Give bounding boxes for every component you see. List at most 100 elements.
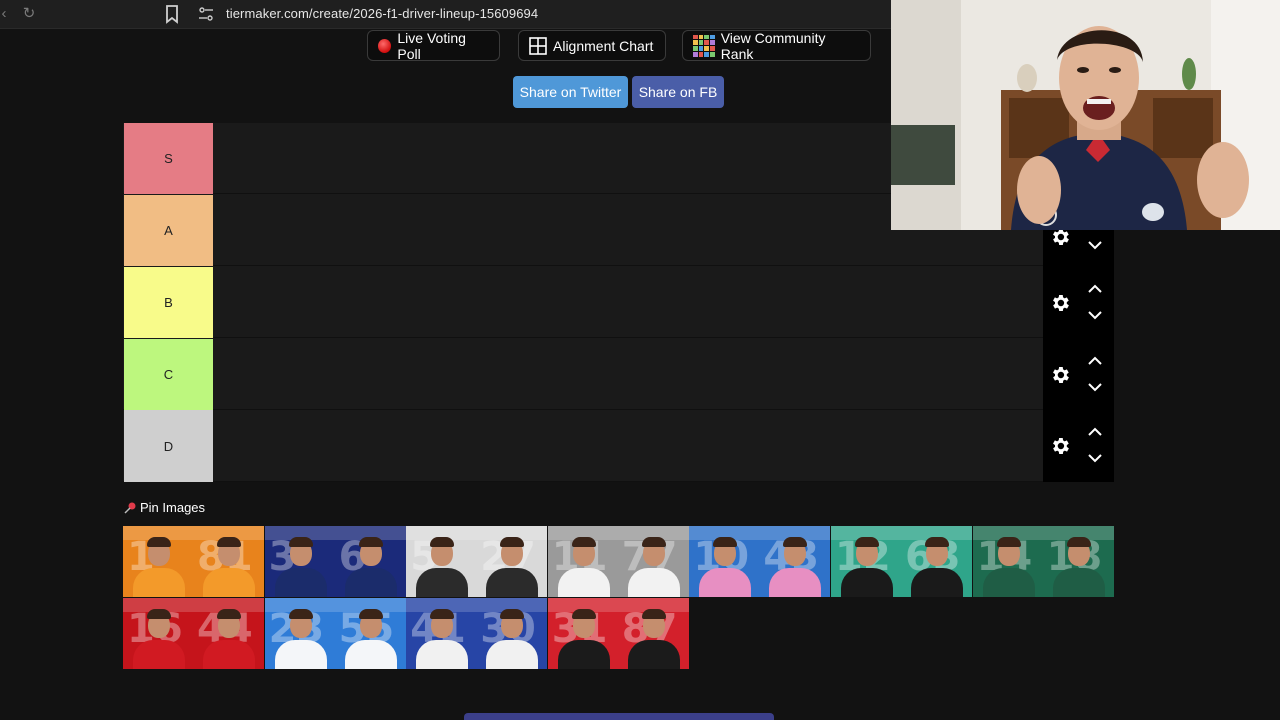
- share-twitter-button[interactable]: Share on Twitter: [513, 76, 628, 108]
- mosaic-icon: [693, 34, 715, 57]
- driver-suit: [982, 568, 1035, 597]
- reload-icon[interactable]: ↻: [19, 4, 39, 24]
- driver-hair: [996, 537, 1021, 547]
- driver-suit: [557, 639, 610, 669]
- driver-suit: [699, 568, 752, 597]
- tier-controls-c: [1043, 356, 1114, 427]
- driver-hair: [641, 608, 666, 619]
- driver-hair: [571, 608, 596, 619]
- chevron-down-icon[interactable]: [1087, 310, 1103, 320]
- chevron-down-icon[interactable]: [1087, 240, 1103, 250]
- image-pool: 181365271177104312631418 1644235541303187: [123, 526, 1114, 669]
- tier-controls-d: [1043, 427, 1114, 498]
- chevron-up-icon[interactable]: [1087, 427, 1103, 437]
- driver-suit: [486, 568, 539, 597]
- driver-suit: [344, 639, 397, 669]
- tier-label-a[interactable]: A: [124, 195, 213, 266]
- community-rank-label: View Community Rank: [720, 29, 826, 62]
- driver-suit: [911, 568, 963, 597]
- driver-card-redbull[interactable]: 36: [264, 526, 406, 597]
- driver-suit: [557, 568, 610, 597]
- driver-suit: [344, 568, 397, 597]
- driver-suit: [627, 639, 680, 669]
- driver-hair: [1066, 537, 1091, 547]
- webcam-overlay: [891, 0, 1280, 230]
- driver-hair: [641, 537, 666, 547]
- tier-controls: [1043, 228, 1114, 482]
- driver-hair: [288, 608, 313, 619]
- browser-toolbar: ‹ ↻ tiermaker.com/create/2026-f1-driver-…: [0, 0, 892, 29]
- driver-hair: [358, 608, 383, 619]
- driver-suit: [769, 568, 822, 597]
- driver-suit: [133, 639, 185, 669]
- red-circle-icon: [378, 38, 392, 53]
- driver-suit: [203, 639, 255, 669]
- driver-card-haas[interactable]: 3187: [547, 597, 689, 669]
- driver-card-mercedes[interactable]: 1263: [831, 526, 972, 597]
- driver-suit: [274, 639, 327, 669]
- live-voting-poll-button[interactable]: Live Voting Poll: [367, 29, 500, 62]
- tier-label-s[interactable]: S: [124, 123, 213, 194]
- tier-row-c: C: [123, 339, 1043, 410]
- driver-suit: [133, 568, 185, 597]
- gear-icon[interactable]: [1049, 435, 1071, 457]
- driver-hair: [430, 537, 455, 547]
- driver-suit: [841, 568, 893, 597]
- webcam-person-image: [891, 0, 1280, 230]
- pin-images-label: Pin Images: [140, 500, 206, 515]
- site-settings-icon[interactable]: [197, 5, 215, 23]
- driver-hair: [217, 608, 241, 619]
- back-icon[interactable]: ‹: [0, 4, 14, 24]
- tier-controls-b: [1043, 284, 1114, 355]
- tier-row-b: B: [123, 267, 1043, 338]
- tier-label-b[interactable]: B: [124, 267, 213, 338]
- tier-dropzone-b[interactable]: [213, 267, 1043, 338]
- driver-card-alpine[interactable]: 1043: [689, 526, 831, 597]
- view-community-rank-button[interactable]: View Community Rank: [682, 29, 871, 62]
- save-bar[interactable]: [464, 713, 774, 720]
- tier-row-d: D: [123, 410, 1043, 482]
- driver-card-ferrari[interactable]: 1644: [123, 597, 264, 669]
- gear-icon[interactable]: [1049, 292, 1071, 314]
- chevron-up-icon[interactable]: [1087, 356, 1103, 366]
- live-voting-poll-label: Live Voting Poll: [397, 29, 466, 62]
- driver-card-mclaren[interactable]: 181: [123, 526, 264, 597]
- driver-hair: [713, 537, 738, 547]
- chevron-up-icon[interactable]: [1087, 284, 1103, 294]
- driver-suit: [416, 568, 469, 597]
- driver-card-cadillac[interactable]: 1177: [547, 526, 689, 597]
- driver-suit: [1052, 568, 1105, 597]
- bookmark-icon[interactable]: [163, 4, 181, 24]
- driver-suit: [203, 568, 255, 597]
- pin-images-toggle[interactable]: Pin Images: [123, 500, 205, 515]
- driver-hair: [500, 608, 525, 619]
- share-fb-button[interactable]: Share on FB: [632, 76, 724, 108]
- tier-label-d[interactable]: D: [124, 410, 213, 482]
- driver-hair: [855, 537, 879, 547]
- driver-card-racingbulls[interactable]: 4130: [406, 597, 548, 669]
- driver-card-williams[interactable]: 2355: [264, 597, 406, 669]
- pushpin-icon: [124, 502, 136, 514]
- chevron-down-icon[interactable]: [1087, 382, 1103, 392]
- alignment-chart-label: Alignment Chart: [553, 37, 654, 54]
- tier-dropzone-c[interactable]: [213, 339, 1043, 410]
- driver-hair: [500, 537, 525, 547]
- driver-hair: [925, 537, 949, 547]
- tier-label-c[interactable]: C: [124, 339, 213, 410]
- driver-hair: [358, 537, 383, 547]
- driver-hair: [571, 537, 596, 547]
- tier-dropzone-d[interactable]: [213, 410, 1043, 481]
- driver-suit: [486, 639, 539, 669]
- driver-hair: [147, 537, 171, 547]
- driver-hair: [783, 537, 808, 547]
- driver-hair: [217, 537, 241, 547]
- chevron-down-icon[interactable]: [1087, 453, 1103, 463]
- gear-icon[interactable]: [1049, 364, 1071, 386]
- driver-suit: [416, 639, 469, 669]
- driver-card-astonmartin[interactable]: 1418: [972, 526, 1114, 597]
- address-bar[interactable]: tiermaker.com/create/2026-f1-driver-line…: [226, 6, 538, 21]
- grid-icon: [529, 36, 547, 55]
- driver-card-audi[interactable]: 527: [406, 526, 548, 597]
- driver-hair: [288, 537, 313, 547]
- alignment-chart-button[interactable]: Alignment Chart: [518, 30, 666, 61]
